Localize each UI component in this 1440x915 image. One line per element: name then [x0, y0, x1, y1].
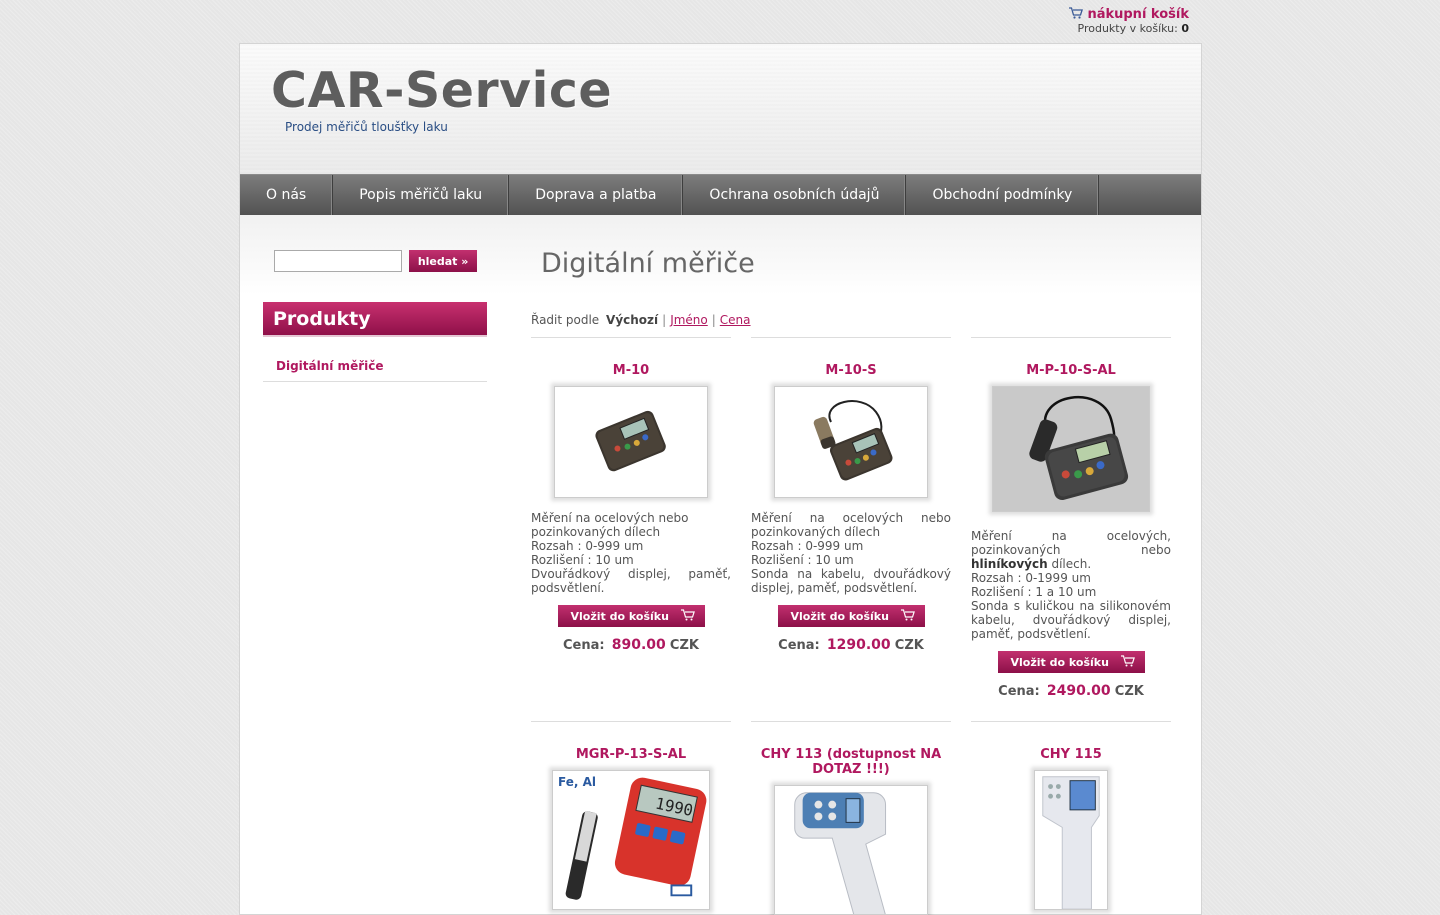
desc-bold: hliníkových: [971, 557, 1048, 571]
cart-link[interactable]: nákupní košík: [1069, 7, 1189, 22]
desc-line: Rozlišení : 1 a 10 um: [971, 585, 1097, 599]
nav-item-o-nas[interactable]: O nás: [240, 175, 334, 215]
search-box: hledat »: [274, 250, 478, 272]
add-to-cart-button[interactable]: Vložit do košíku: [777, 605, 925, 627]
thickness-gauge-image: [595, 410, 666, 472]
cart-count: 0: [1181, 22, 1189, 35]
desc-line: Sonda na kabelu, dvouřádkový: [751, 567, 951, 581]
nav-item-ochrana-udaju[interactable]: Ochrana osobních údajů: [683, 175, 907, 215]
cart-icon: [680, 609, 695, 621]
cart-widget: nákupní košík Produkty v košíku: 0: [1069, 7, 1189, 36]
header: CAR-Service Prodej měřičů tloušťky laku: [240, 44, 1201, 174]
thickness-gauge-image: [813, 400, 893, 481]
price-value: 1290.00: [826, 637, 891, 653]
product-image[interactable]: [774, 785, 928, 915]
product-price: Cena: 2490.00 CZK: [971, 683, 1171, 699]
image-label: Fe, Al: [558, 775, 596, 789]
price-currency: CZK: [894, 638, 924, 653]
product-image[interactable]: [774, 386, 928, 498]
add-to-cart-button[interactable]: Vložit do košíku: [997, 651, 1145, 673]
product-card: M-10-S Měření na ocelových nebo pozinkov…: [751, 337, 951, 653]
add-to-cart-label: Vložit do košíku: [1010, 655, 1109, 669]
desc-text: dílech.: [1051, 557, 1092, 571]
cart-icon: [900, 609, 915, 621]
nav-item-obchodni-podminky[interactable]: Obchodní podmínky: [906, 175, 1100, 215]
sidebar-title: Produkty: [263, 302, 487, 337]
product-image[interactable]: Fe, Al 1990: [552, 770, 710, 910]
price-currency: CZK: [1114, 684, 1144, 699]
ir-thermometer-image: [794, 792, 887, 914]
price-currency: CZK: [669, 638, 699, 653]
search-button[interactable]: hledat »: [408, 250, 478, 272]
thickness-gauge-image: 1990: [565, 777, 707, 900]
desc-line: Měření na ocelových nebo: [751, 511, 951, 525]
cart-count-line: Produkty v košíku: 0: [1069, 22, 1189, 36]
page-container: CAR-Service Prodej měřičů tloušťky laku …: [239, 43, 1202, 915]
price-value: 890.00: [611, 637, 666, 653]
price-label: Cena:: [778, 638, 820, 653]
cart-icon: [1069, 7, 1084, 19]
desc-line: Dvouřádkový displej, paměť,: [531, 567, 731, 581]
desc-text: Měření na ocelových, pozinkovaných nebo: [971, 529, 1171, 557]
search-input[interactable]: [274, 250, 402, 272]
product-name[interactable]: MGR-P-13-S-AL: [531, 747, 731, 762]
product-name[interactable]: M-10-S: [751, 363, 951, 378]
product-name[interactable]: M-10: [531, 363, 731, 378]
sidebar-item-digitalni-merice[interactable]: Digitální měřiče: [263, 352, 487, 382]
price-label: Cena:: [998, 684, 1040, 699]
product-name[interactable]: CHY 115: [971, 747, 1171, 762]
desc-line: pozinkovaných dílech: [531, 525, 661, 539]
cart-title[interactable]: nákupní košík: [1087, 7, 1189, 22]
add-to-cart-label: Vložit do košíku: [570, 609, 669, 623]
product-price: Cena: 1290.00 CZK: [751, 637, 951, 653]
desc-line: Rozlišení : 10 um: [751, 553, 854, 567]
main-nav: O nás Popis měřičů laku Doprava a platba…: [240, 174, 1201, 215]
nav-item-popis-mericu[interactable]: Popis měřičů laku: [333, 175, 510, 215]
desc-line: Sonda s kuličkou na silikonovém kabelu, …: [971, 599, 1171, 641]
product-name[interactable]: CHY 113 (dostupnost NA DOTAZ !!!): [751, 747, 951, 777]
product-description: Měření na ocelových, pozinkovaných nebo …: [971, 529, 1171, 641]
product-description: Měření na ocelových nebo pozinkovaných d…: [751, 511, 951, 595]
add-to-cart-button[interactable]: Vložit do košíku: [557, 605, 705, 627]
ir-thermometer-image: [1042, 776, 1100, 909]
sort-by-name-link[interactable]: Jméno: [670, 313, 708, 327]
sort-active: Výchozí: [606, 313, 659, 327]
cart-icon: [1120, 655, 1135, 667]
desc-line: Měření na ocelových, pozinkovaných nebo …: [971, 529, 1171, 571]
desc-line: Rozsah : 0-1999 um: [971, 571, 1091, 585]
sort-by-price-link[interactable]: Cena: [720, 313, 751, 327]
site-slogan: Prodej měřičů tloušťky laku: [285, 120, 448, 134]
product-card: M-10 Měření na ocelových nebo pozinkovan…: [531, 337, 731, 653]
site-logo[interactable]: CAR-Service: [271, 62, 612, 119]
desc-line: Rozsah : 0-999 um: [531, 539, 644, 553]
sort-label: Řadit podle: [531, 313, 600, 327]
desc-line: Měření na ocelových nebo: [531, 511, 689, 525]
product-description: Měření na ocelových nebo pozinkovaných d…: [531, 511, 731, 595]
product-image[interactable]: [554, 386, 708, 498]
product-card: CHY 113 (dostupnost NA DOTAZ !!!): [751, 721, 951, 915]
product-image[interactable]: [1034, 770, 1108, 910]
product-card: M-P-10-S-AL Měření na ocelových, pozinko…: [971, 337, 1171, 699]
product-image[interactable]: [992, 386, 1150, 512]
desc-line: podsvětlení.: [531, 581, 605, 595]
add-to-cart-label: Vložit do košíku: [790, 609, 889, 623]
desc-line: pozinkovaných dílech: [751, 525, 881, 539]
nav-item-doprava[interactable]: Doprava a platba: [509, 175, 684, 215]
product-name[interactable]: M-P-10-S-AL: [971, 363, 1171, 378]
product-card: MGR-P-13-S-AL Fe, Al 1990: [531, 721, 731, 910]
price-value: 2490.00: [1046, 683, 1111, 699]
desc-line: displej, paměť, podsvětlení.: [751, 581, 918, 595]
product-price: Cena: 890.00 CZK: [531, 637, 731, 653]
desc-line: Rozsah : 0-999 um: [751, 539, 864, 553]
cart-count-label: Produkty v košíku:: [1077, 22, 1178, 35]
sort-bar: Řadit podle Výchozí | Jméno | Cena: [531, 313, 751, 327]
thickness-gauge-image: [1029, 395, 1129, 500]
price-label: Cena:: [563, 638, 605, 653]
page-title: Digitální měřiče: [541, 248, 755, 279]
product-card: CHY 115: [971, 721, 1171, 910]
desc-line: Rozlišení : 10 um: [531, 553, 634, 567]
